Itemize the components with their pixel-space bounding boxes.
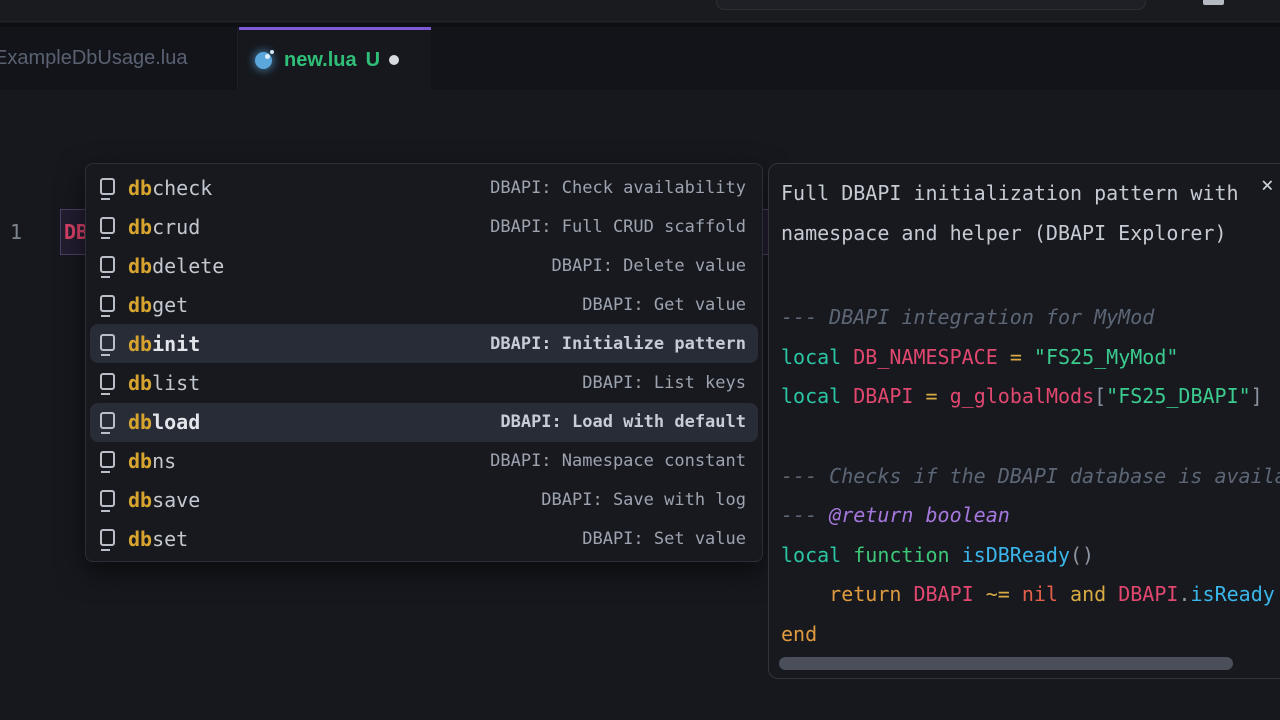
completion-detail: DBAPI: List keys	[582, 373, 746, 393]
doc-blank-line	[781, 417, 1280, 457]
completion-detail: DBAPI: Namespace constant	[490, 451, 746, 471]
completion-detail: DBAPI: Full CRUD scaffold	[490, 217, 746, 237]
completion-detail: DBAPI: Set value	[582, 529, 746, 549]
snippet-icon	[100, 373, 115, 390]
completion-label: dbcheck	[128, 176, 212, 200]
completion-label: dbload	[128, 410, 200, 434]
completion-item-dbcheck[interactable]: dbcheck DBAPI: Check availability	[90, 168, 758, 207]
tab-label: new.lua	[284, 49, 357, 72]
completion-detail: DBAPI: Load with default	[500, 412, 746, 432]
completion-detail: DBAPI: Check availability	[490, 178, 746, 198]
completion-detail: DBAPI: Get value	[582, 295, 746, 315]
completion-detail: DBAPI: Initialize pattern	[490, 334, 746, 354]
snippet-icon	[100, 295, 115, 312]
minimize-button[interactable]	[1203, 0, 1224, 5]
completion-item-dbset[interactable]: dbset DBAPI: Set value	[90, 520, 758, 559]
title-bar	[0, 0, 1280, 22]
line-number: 1	[10, 209, 22, 255]
snippet-icon	[100, 256, 115, 273]
snippet-icon	[100, 334, 115, 351]
tab-label: ExampleDbUsage.lua	[0, 47, 187, 70]
doc-blank-line	[781, 253, 1280, 298]
completion-item-dbload[interactable]: dbload DBAPI: Load with default	[90, 403, 758, 442]
completion-label: dblist	[128, 371, 200, 395]
tab-bar: ExampleDbUsage.lua new.lua U	[0, 27, 1280, 90]
completion-popup: dbcheck DBAPI: Check availability dbcrud DB…	[85, 163, 763, 562]
snippet-icon	[100, 412, 115, 429]
doc-line: local function isDBReady()	[781, 536, 1280, 576]
completion-item-dblist[interactable]: dblist DBAPI: List keys	[90, 363, 758, 402]
completion-label: dbsave	[128, 488, 200, 512]
doc-line: return DBAPI ~= nil and DBAPI.isReady	[781, 575, 1280, 615]
snippet-icon	[100, 178, 115, 195]
command-center-searchbox[interactable]	[716, 0, 1146, 10]
tab-new-lua[interactable]: new.lua U	[239, 27, 431, 90]
doc-line: --- @return boolean	[781, 496, 1280, 536]
git-status-badge: U	[366, 49, 380, 72]
doc-line: namespace and helper (DBAPI Explorer)	[781, 214, 1280, 254]
snippet-icon	[100, 451, 115, 468]
completion-list: dbcheck DBAPI: Check availability dbcrud DB…	[86, 168, 762, 559]
doc-line: Full DBAPI initialization pattern with	[781, 174, 1280, 214]
completion-item-dbdelete[interactable]: dbdelete DBAPI: Delete value	[90, 246, 758, 285]
completion-docs-panel: × Full DBAPI initialization pattern with…	[768, 163, 1280, 679]
completion-detail: DBAPI: Save with log	[541, 490, 746, 510]
snippet-icon	[100, 529, 115, 546]
completion-label: dbget	[128, 293, 188, 317]
doc-scrollbar-horizontal[interactable]	[779, 657, 1233, 670]
doc-line: end	[781, 615, 1280, 655]
completion-label: dbinit	[128, 332, 200, 356]
unsaved-dot-icon[interactable]	[389, 55, 399, 65]
doc-line: local DB_NAMESPACE = "FS25_MyMod"	[781, 338, 1280, 378]
snippet-icon	[100, 217, 115, 234]
lua-file-icon	[255, 50, 275, 70]
doc-content: Full DBAPI initialization pattern withna…	[781, 174, 1280, 654]
tab-exampledbusage-lua[interactable]: ExampleDbUsage.lua	[0, 27, 238, 90]
completion-item-dbget[interactable]: dbget DBAPI: Get value	[90, 285, 758, 324]
snippet-icon	[100, 490, 115, 507]
completion-label: dbset	[128, 527, 188, 551]
completion-label: dbns	[128, 449, 176, 473]
completion-item-dbcrud[interactable]: dbcrud DBAPI: Full CRUD scaffold	[90, 207, 758, 246]
completion-label: dbcrud	[128, 215, 200, 239]
completion-item-dbsave[interactable]: dbsave DBAPI: Save with log	[90, 481, 758, 520]
doc-line: --- DBAPI integration for MyMod	[781, 298, 1280, 338]
completion-label: dbdelete	[128, 254, 224, 278]
completion-detail: DBAPI: Delete value	[552, 256, 746, 276]
completion-item-dbinit[interactable]: dbinit DBAPI: Initialize pattern	[90, 324, 758, 363]
doc-line: local DBAPI = g_globalMods["FS25_DBAPI"]	[781, 377, 1280, 417]
doc-line: --- Checks if the DBAPI database is avai…	[781, 457, 1280, 497]
completion-item-dbns[interactable]: dbns DBAPI: Namespace constant	[90, 442, 758, 481]
close-icon[interactable]: ×	[1261, 174, 1274, 196]
